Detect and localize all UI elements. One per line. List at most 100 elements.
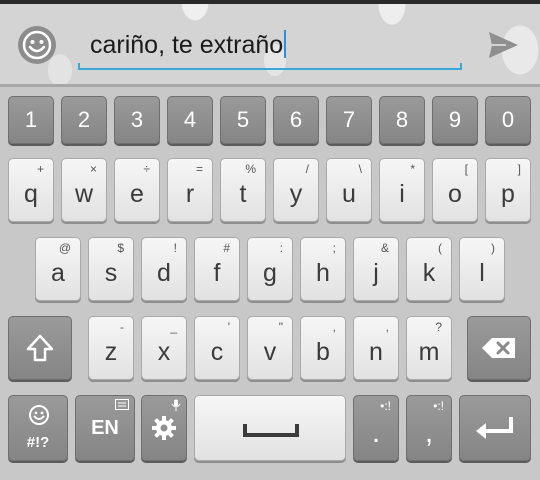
send-button[interactable] — [486, 28, 520, 62]
key-hint: ; — [332, 241, 336, 255]
key-7[interactable]: 7 — [326, 96, 372, 144]
key-label: k — [422, 259, 436, 287]
key-9[interactable]: 9 — [432, 96, 478, 144]
key-a[interactable]: @ a — [35, 237, 81, 301]
language-key[interactable]: EN — [75, 395, 135, 461]
key-v[interactable]: " v — [247, 316, 293, 380]
key-0[interactable]: 0 — [485, 96, 531, 144]
period-key[interactable]: •:! . — [353, 395, 399, 461]
backspace-key[interactable] — [467, 316, 531, 380]
key-label: n — [369, 338, 383, 366]
key-hint: ÷ — [143, 162, 150, 176]
key-label: t — [239, 180, 247, 208]
comma-key[interactable]: •:! , — [406, 395, 452, 461]
smiley-face-icon — [29, 405, 49, 425]
key-m[interactable]: ? m — [406, 316, 452, 380]
key-hint: ? — [435, 320, 442, 334]
key-label: 5 — [236, 107, 250, 132]
emoji-button[interactable] — [18, 26, 56, 64]
key-f[interactable]: # f — [194, 237, 240, 301]
key-label: r — [185, 180, 195, 208]
key-label: f — [213, 259, 221, 287]
key-label: . — [371, 416, 381, 449]
key-label: 4 — [183, 107, 197, 132]
key-label: h — [316, 259, 330, 287]
space-key[interactable] — [194, 395, 346, 461]
key-label: 2 — [77, 107, 91, 132]
key-s[interactable]: $ s — [88, 237, 134, 301]
key-1[interactable]: 1 — [8, 96, 54, 144]
key-k[interactable]: (k — [406, 237, 452, 301]
key-hint: / — [305, 162, 309, 176]
key-r[interactable]: = r — [167, 158, 213, 222]
smiley-face-icon — [22, 30, 52, 60]
key-label: i — [399, 180, 405, 208]
key-label: d — [157, 259, 171, 287]
key-l[interactable]: ) l — [459, 237, 505, 301]
shift-arrow-icon — [26, 334, 54, 362]
key-p[interactable]: ] p — [485, 158, 531, 222]
key-z[interactable]: -z — [88, 316, 134, 380]
key-hint: % — [245, 162, 256, 176]
emoji-symbols-key[interactable]: #!? — [8, 395, 68, 461]
message-input[interactable]: cariño, te extraño — [78, 22, 462, 70]
key-hint: ] — [517, 162, 521, 176]
key-label: a — [51, 259, 65, 287]
key-hint: , — [385, 320, 389, 334]
key-g[interactable]: :g — [247, 237, 293, 301]
key-label: , — [424, 416, 434, 449]
status-edge — [0, 0, 540, 4]
key-label: l — [479, 259, 485, 287]
key-hint: •:! — [380, 399, 391, 413]
key-n[interactable]: ,n — [353, 316, 399, 380]
language-label: EN — [91, 417, 119, 439]
key-label: c — [210, 338, 224, 366]
key-c[interactable]: ' c — [194, 316, 240, 380]
enter-key[interactable] — [459, 395, 531, 461]
key-label: 3 — [130, 107, 144, 132]
key-8[interactable]: 8 — [379, 96, 425, 144]
key-label: w — [74, 180, 94, 208]
key-b[interactable]: ,b — [300, 316, 346, 380]
key-j[interactable]: & j — [353, 237, 399, 301]
key-2[interactable]: 2 — [61, 96, 107, 144]
key-u[interactable]: \ u — [326, 158, 372, 222]
key-hint: $ — [117, 241, 124, 255]
key-d[interactable]: ! d — [141, 237, 187, 301]
shift-key[interactable] — [8, 316, 72, 380]
key-hint: ( — [438, 241, 442, 255]
key-w[interactable]: × w — [61, 158, 107, 222]
key-hint: •:! — [433, 399, 444, 413]
key-hint: " — [278, 320, 283, 334]
key-o[interactable]: [o — [432, 158, 478, 222]
key-label: z — [104, 338, 118, 366]
key-label: s — [104, 259, 118, 287]
key-label: 8 — [395, 107, 409, 132]
settings-key[interactable] — [141, 395, 187, 461]
key-q[interactable]: + q — [8, 158, 54, 222]
key-h[interactable]: ; h — [300, 237, 346, 301]
key-label: j — [373, 259, 379, 287]
key-t[interactable]: % t — [220, 158, 266, 222]
key-hint: = — [195, 162, 203, 176]
compose-bar: cariño, te extraño — [0, 0, 540, 84]
key-y[interactable]: / y — [273, 158, 319, 222]
key-hint: × — [89, 162, 97, 176]
key-label: 9 — [448, 107, 462, 132]
key-x[interactable]: _ x — [141, 316, 187, 380]
key-4[interactable]: 4 — [167, 96, 213, 144]
send-arrow-icon — [489, 32, 518, 58]
key-hint: ' — [227, 320, 230, 334]
key-3[interactable]: 3 — [114, 96, 160, 144]
key-label: 7 — [342, 107, 356, 132]
key-i[interactable]: * i — [379, 158, 425, 222]
key-5[interactable]: 5 — [220, 96, 266, 144]
enter-return-icon — [476, 417, 513, 439]
symbols-label: #!? — [26, 434, 50, 451]
key-hint: , — [332, 320, 336, 334]
key-6[interactable]: 6 — [273, 96, 319, 144]
key-e[interactable]: ÷ e — [114, 158, 160, 222]
keyboard-icon — [115, 399, 129, 410]
key-label: o — [448, 180, 462, 208]
soft-keyboard: 1 2 3 4 5 6 7 8 9 0 + q × w ÷ e = r % t / y \ u… — [0, 84, 540, 480]
